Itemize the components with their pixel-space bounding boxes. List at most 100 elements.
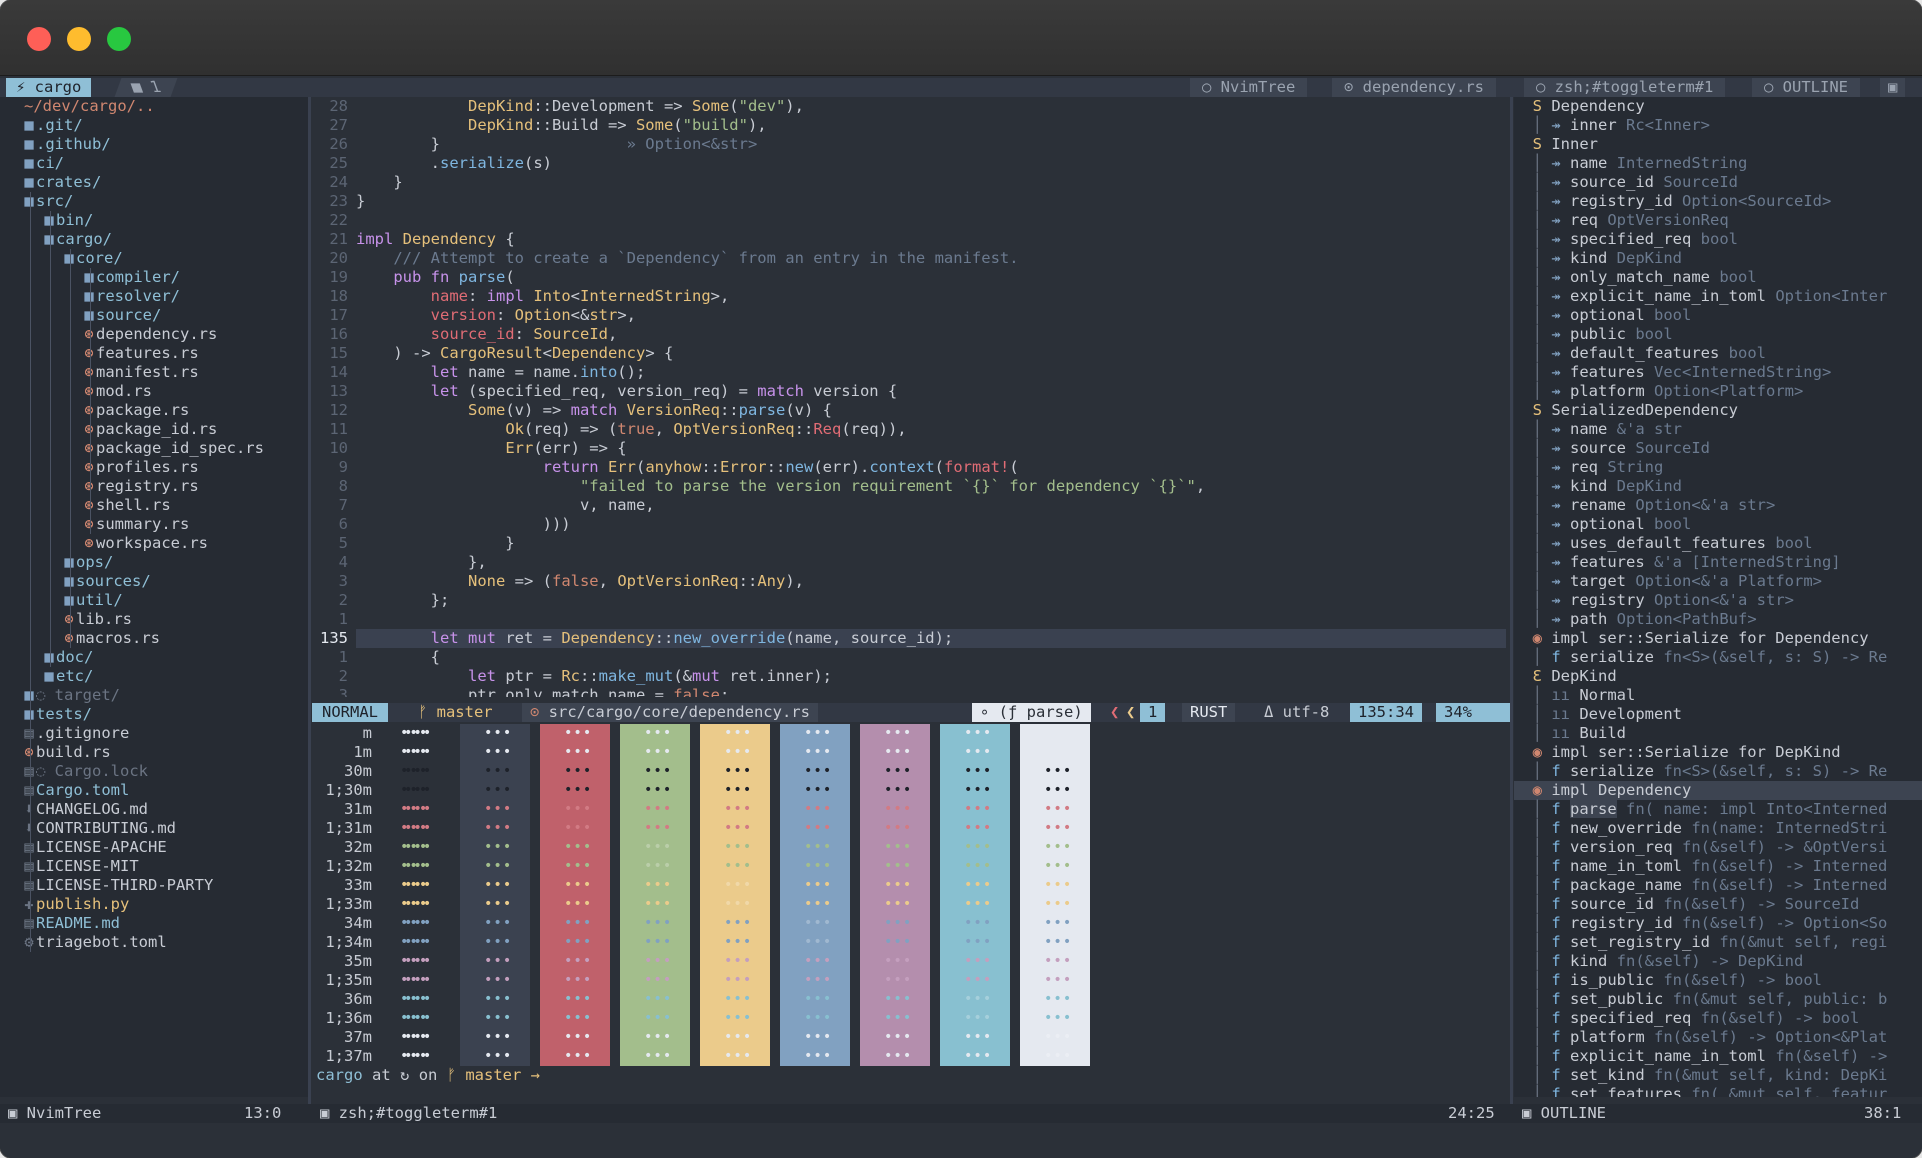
outline-item[interactable]: │ ↠ target Option<&'a Platform> bbox=[1514, 572, 1922, 591]
outline-item[interactable]: │ f set_registry_id fn(&mut self, regi bbox=[1514, 933, 1922, 952]
code-line[interactable]: version: Option<&str>, bbox=[356, 306, 636, 325]
outline-item[interactable]: │ ıı Normal bbox=[1514, 686, 1922, 705]
tree-item[interactable]: ■ compiler/ bbox=[82, 268, 180, 287]
tab-dependency-rs[interactable]: ⊙ dependency.rs bbox=[1332, 78, 1496, 97]
outline-item[interactable]: │ f parse fn( name: impl Into<Interned bbox=[1514, 800, 1922, 819]
tree-item[interactable]: ⊛ workspace.rs bbox=[82, 534, 208, 553]
outline-item[interactable]: │ f kind fn(&self) -> DepKind bbox=[1514, 952, 1922, 971]
outline-item[interactable]: Ɛ DepKind bbox=[1514, 667, 1922, 686]
tree-item[interactable]: ⊛ macros.rs bbox=[62, 629, 160, 648]
outline-item[interactable]: │ ↠ explicit_name_in_toml Option<Inter bbox=[1514, 287, 1922, 306]
outline-item[interactable]: │ ıı Build bbox=[1514, 724, 1922, 743]
code-line[interactable]: impl Dependency { bbox=[356, 230, 515, 249]
tree-item[interactable]: ▤ ◌ Cargo.lock bbox=[22, 762, 148, 781]
outline-item[interactable]: │ ↠ specified_req bool bbox=[1514, 230, 1922, 249]
tree-item[interactable]: ⊛ summary.rs bbox=[82, 515, 189, 534]
code-line[interactable]: "failed to parse the version requirement… bbox=[356, 477, 1205, 496]
code-line[interactable]: source_id: SourceId, bbox=[356, 325, 618, 344]
file-path[interactable]: ⊙ src/cargo/core/dependency.rs bbox=[522, 703, 818, 722]
outline-item[interactable]: │ ↠ optional bool bbox=[1514, 515, 1922, 534]
code-line[interactable]: None => (false, OptVersionReq::Any), bbox=[356, 572, 804, 591]
tree-item[interactable]: ▤ README.md bbox=[22, 914, 120, 933]
tree-item[interactable]: ⊛ lib.rs bbox=[62, 610, 132, 629]
shell-prompt[interactable]: cargo at ↻ on ᚠ master → bbox=[316, 1066, 540, 1085]
outline-item[interactable]: │ ↠ features Vec<InternedString> bbox=[1514, 363, 1922, 382]
outline-item[interactable]: │ ↠ name InternedString bbox=[1514, 154, 1922, 173]
tab-nvimtree[interactable]: ○ NvimTree bbox=[1190, 78, 1308, 97]
tab-outline[interactable]: ○ OUTLINE bbox=[1752, 78, 1860, 97]
outline-item[interactable]: S Inner bbox=[1514, 135, 1922, 154]
outline-item[interactable]: ◉ impl Dependency bbox=[1514, 781, 1922, 800]
outline-item[interactable]: │ ↠ rename Option<&'a str> bbox=[1514, 496, 1922, 515]
code-line[interactable]: return Err(anyhow::Error::new(err).conte… bbox=[356, 458, 1019, 477]
outline-item[interactable]: │ f registry_id fn(&self) -> Option<So bbox=[1514, 914, 1922, 933]
tree-item[interactable]: ■ tests/ bbox=[22, 705, 92, 724]
code-editor[interactable]: 28 DepKind::Development => Some("dev"), 2… bbox=[312, 97, 1510, 697]
outline-item[interactable]: │ f serialize fn<S>(&self, s: S) -> Re bbox=[1514, 762, 1922, 781]
tree-item[interactable]: ■ crates/ bbox=[22, 173, 101, 192]
terminal-pane[interactable]: m 1m 30m 1;30m 31m 1;31m 32m 1;32m 33m 1;33m 34m 1;… bbox=[312, 724, 1510, 1085]
outline-item[interactable]: │ f name_in_toml fn(&self) -> Interned bbox=[1514, 857, 1922, 876]
outline-item[interactable]: │ ↠ req String bbox=[1514, 458, 1922, 477]
outline-item[interactable]: │ ↠ platform Option<Platform> bbox=[1514, 382, 1922, 401]
outline-item[interactable]: │ f specified_req fn(&self) -> bool bbox=[1514, 1009, 1922, 1028]
outline-item[interactable]: │ ↠ name &'a str bbox=[1514, 420, 1922, 439]
outline-item[interactable]: │ ↠ source SourceId bbox=[1514, 439, 1922, 458]
outline-item[interactable]: │ ıı Development bbox=[1514, 705, 1922, 724]
code-line[interactable]: let (specified_req, version_req) = match… bbox=[356, 382, 898, 401]
outline-item[interactable]: │ ↠ kind DepKind bbox=[1514, 477, 1922, 496]
outline-item[interactable]: │ ↠ source_id SourceId bbox=[1514, 173, 1922, 192]
code-line[interactable]: Ok(req) => (true, OptVersionReq::Req(req… bbox=[356, 420, 906, 439]
close-window-button[interactable] bbox=[27, 27, 51, 51]
outline-item[interactable]: │ f new_override fn(name: InternedStri bbox=[1514, 819, 1922, 838]
outline-item[interactable]: │ ↠ only_match_name bool bbox=[1514, 268, 1922, 287]
tree-item[interactable]: ▤ LICENSE-MIT bbox=[22, 857, 138, 876]
tree-item[interactable]: ⊛ package.rs bbox=[82, 401, 189, 420]
outline-item[interactable]: │ f explicit_name_in_toml fn(&self) -> bbox=[1514, 1047, 1922, 1066]
outline-item[interactable]: │ f is_public fn(&self) -> bool bbox=[1514, 971, 1922, 990]
outline-item[interactable]: │ f version_req fn(&self) -> &OptVersi bbox=[1514, 838, 1922, 857]
minimize-window-button[interactable] bbox=[67, 27, 91, 51]
tree-item[interactable]: ⊛ features.rs bbox=[82, 344, 198, 363]
tree-item[interactable]: ■ etc/ bbox=[42, 667, 93, 686]
outline-item[interactable]: │ ↠ default_features bool bbox=[1514, 344, 1922, 363]
tree-item[interactable]: ✚ publish.py bbox=[22, 895, 129, 914]
tree-item[interactable]: ▤ LICENSE-THIRD-PARTY bbox=[22, 876, 213, 895]
tree-item[interactable]: ⊛ mod.rs bbox=[82, 382, 152, 401]
tree-item[interactable]: ■ ci/ bbox=[22, 154, 64, 173]
tree-item[interactable]: ■ source/ bbox=[82, 306, 161, 325]
outline-item[interactable]: │ f platform fn(&self) -> Option<&Plat bbox=[1514, 1028, 1922, 1047]
code-line[interactable]: } bbox=[356, 192, 365, 211]
outline-item[interactable]: │ f set_kind fn(&mut self, kind: DepKi bbox=[1514, 1066, 1922, 1085]
tree-item[interactable]: ⊛ build.rs bbox=[22, 743, 110, 762]
outline-item[interactable]: │ ↠ registry Option<&'a str> bbox=[1514, 591, 1922, 610]
outline-item[interactable]: │ f set_public fn(&mut self, public: b bbox=[1514, 990, 1922, 1009]
code-line[interactable]: } bbox=[356, 173, 402, 192]
code-line[interactable]: }, bbox=[356, 553, 487, 572]
code-line[interactable]: } » Option<&str> bbox=[356, 135, 758, 154]
outline-item[interactable]: │ ↠ registry_id Option<SourceId> bbox=[1514, 192, 1922, 211]
outline-item[interactable]: S SerializedDependency bbox=[1514, 401, 1922, 420]
code-line[interactable]: /// Attempt to create a `Dependency` fro… bbox=[356, 249, 1018, 268]
outline-item[interactable]: ◉ impl ser::Serialize for Dependency bbox=[1514, 629, 1922, 648]
outline-item[interactable]: │ ↠ features &'a [InternedString] bbox=[1514, 553, 1922, 572]
tab-toggleterm[interactable]: ○ zsh;#toggleterm#1 bbox=[1524, 78, 1726, 97]
outline-item[interactable]: │ f package_name fn(&self) -> Interned bbox=[1514, 876, 1922, 895]
code-line[interactable]: ptr.only_match_name = false; bbox=[356, 686, 729, 697]
code-line[interactable]: let ptr = Rc::make_mut(&mut ret.inner); bbox=[356, 667, 832, 686]
code-line[interactable]: let mut ret = Dependency::new_override(n… bbox=[356, 629, 954, 648]
outline-item[interactable]: │ f serialize fn<S>(&self, s: S) -> Re bbox=[1514, 648, 1922, 667]
outline-item[interactable]: │ f source_id fn(&self) -> SourceId bbox=[1514, 895, 1922, 914]
maximize-window-button[interactable] bbox=[107, 27, 131, 51]
tree-item[interactable]: ■ .git/ bbox=[22, 116, 82, 135]
outline-item[interactable]: │ f set_features fn( &mut self, featur bbox=[1514, 1085, 1922, 1097]
buffer-count-tab[interactable]: ■ 1 bbox=[114, 78, 178, 97]
tree-item[interactable]: ■ sources/ bbox=[62, 572, 150, 591]
tree-item[interactable]: ⊛ manifest.rs bbox=[82, 363, 198, 382]
outline-item[interactable]: │ ↠ inner Rc<Inner> bbox=[1514, 116, 1922, 135]
code-line[interactable]: pub fn parse( bbox=[356, 268, 514, 287]
tree-item[interactable]: ▤ .gitignore bbox=[22, 724, 129, 743]
outline-item[interactable]: │ ↠ req OptVersionReq bbox=[1514, 211, 1922, 230]
code-line[interactable]: { bbox=[356, 648, 440, 667]
tree-root[interactable]: ~/dev/cargo/.. bbox=[24, 97, 155, 116]
